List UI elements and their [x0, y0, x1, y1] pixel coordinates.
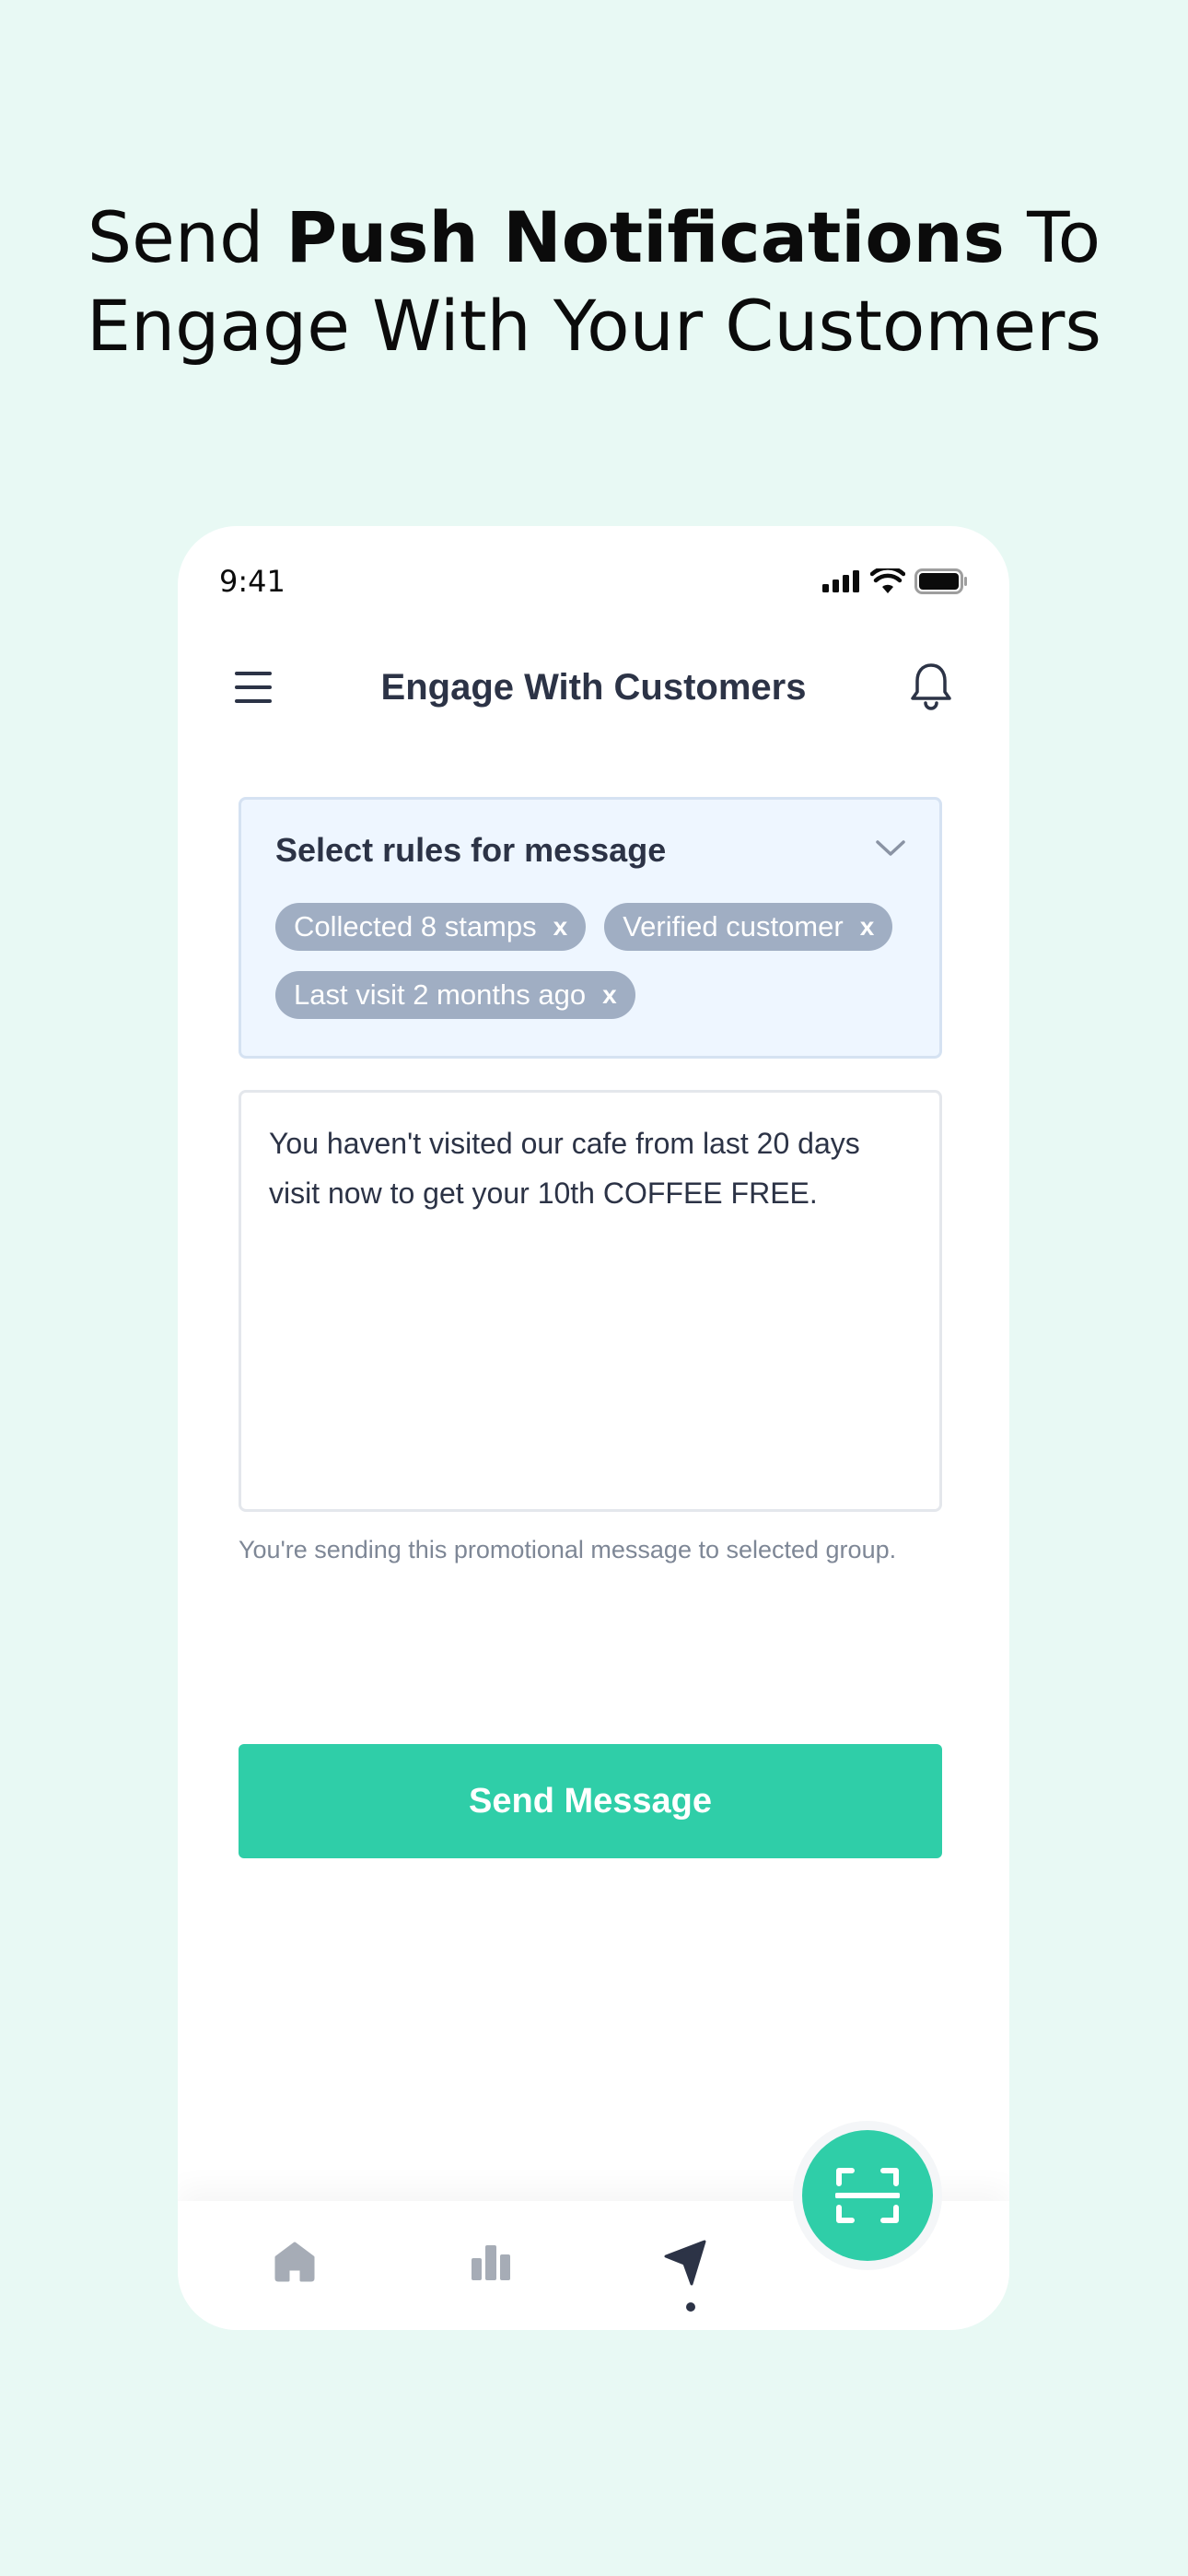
status-bar: 9:41: [219, 559, 968, 603]
headline-line2: Engage With Your Customers: [86, 285, 1102, 367]
rule-chip: Last visit 2 months ago x: [275, 971, 635, 1019]
rule-chip-label: Last visit 2 months ago: [294, 978, 587, 1011]
page-headline: Send Push Notifications To Engage With Y…: [0, 193, 1188, 370]
rule-chip: Collected 8 stamps x: [275, 903, 587, 951]
rule-chip-label: Collected 8 stamps: [294, 910, 537, 943]
rule-chip-label: Verified customer: [623, 910, 844, 943]
active-tab-indicator: [686, 2302, 695, 2312]
headline-bold: Push Notifications: [285, 196, 1005, 278]
wifi-icon: [870, 568, 905, 593]
message-textarea[interactable]: You haven't visited our cafe from last 2…: [239, 1090, 942, 1512]
headline-suffix: To: [1004, 196, 1101, 278]
bar-chart-icon[interactable]: [463, 2234, 518, 2289]
message-hint: You're sending this promotional message …: [239, 1536, 897, 1563]
chip-remove-button[interactable]: x: [553, 912, 568, 942]
phone-screen: 9:41 Engage With Customers Select rules …: [178, 526, 1009, 2330]
scan-icon: [835, 2168, 900, 2223]
battery-icon: [914, 568, 967, 594]
home-icon[interactable]: [267, 2234, 322, 2289]
scan-button[interactable]: [802, 2130, 933, 2261]
rule-chips: Collected 8 stamps x Verified customer x…: [275, 903, 920, 1019]
rules-title: Select rules for message: [275, 831, 667, 869]
system-icons: [822, 568, 968, 594]
send-message-button[interactable]: Send Message: [239, 1744, 942, 1858]
page-title: Engage With Customers: [380, 667, 807, 708]
send-arrow-icon[interactable]: [657, 2234, 712, 2289]
cellular-signal-icon: [822, 570, 859, 592]
bell-icon[interactable]: [910, 662, 952, 711]
rules-selector[interactable]: Select rules for message Collected 8 sta…: [239, 797, 942, 1059]
chip-remove-button[interactable]: x: [602, 980, 617, 1010]
status-time: 9:41: [219, 564, 285, 599]
rule-chip: Verified customer x: [604, 903, 893, 951]
top-nav: Engage With Customers: [178, 641, 1009, 733]
chevron-down-icon[interactable]: [875, 838, 906, 859]
headline-prefix: Send: [87, 196, 286, 278]
chip-remove-button[interactable]: x: [860, 912, 875, 942]
